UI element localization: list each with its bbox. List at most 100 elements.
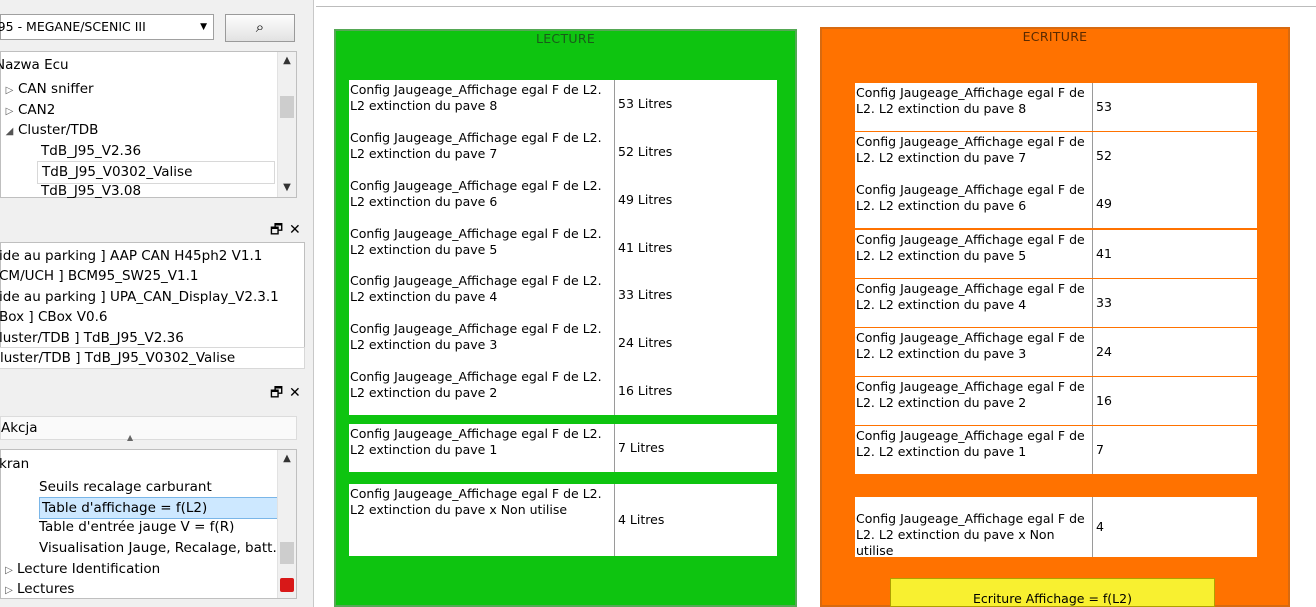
ecriture-row-value-input[interactable]: 53 [1093,83,1257,131]
action-item[interactable]: Visualisation Jauge, Recalage, batt... [39,538,285,558]
ecriture-row: Config Jaugeage_Affichage egal F de L2. … [855,279,1257,327]
resize-grip-icon[interactable] [280,578,294,592]
lecture-row-value: 49 Litres [618,192,673,207]
lecture-row-value: 53 Litres [618,96,673,111]
ecriture-row: Config Jaugeage_Affichage egal F de L2. … [855,230,1257,278]
ecriture-row-value-input[interactable]: 33 [1093,279,1257,327]
action-tree-scrollbar[interactable]: ▲ [277,450,296,598]
ecu-tree-item-label: CAN sniffer [18,81,94,97]
ecriture-row-value-input[interactable]: 16 [1093,377,1257,425]
ecriture-row-label: Config Jaugeage_Affichage egal F de L2. … [856,134,1085,165]
ecriture-row-label: Config Jaugeage_Affichage egal F de L2. … [856,379,1085,410]
expand-arrow-icon[interactable]: ▷ [1,81,18,101]
ecu-tree-item-label: CAN2 [18,102,56,118]
expand-arrow-icon[interactable]: ▷ [1,581,17,601]
ecriture-row-value-input[interactable]: 41 [1093,230,1257,278]
ecriture-row-value-input[interactable]: 52 [1093,132,1257,180]
lecture-row: Config Jaugeage_Affichage egal F de L2. … [349,176,777,224]
ecriture-row-value-input[interactable]: 49 [1093,180,1257,228]
action-header-label: Akcja [1,420,38,436]
lecture-row-label: Config Jaugeage_Affichage egal F de L2. … [350,273,602,304]
scroll-thumb[interactable] [280,542,294,564]
main-top-border [316,0,1316,7]
expand-arrow-icon[interactable]: ▷ [1,561,17,581]
ecriture-row: Config Jaugeage_Affichage egal F de L2. … [855,497,1257,558]
lecture-row: Config Jaugeage_Affichage egal F de L2. … [349,484,777,556]
ecriture-row-value-input[interactable]: 7 [1093,426,1257,474]
action-group-item-label: Lecture Identification [17,561,161,577]
loaded-ecu-item[interactable]: luster/TDB ] TdB_J95_V2.36 [0,328,184,348]
ecriture-row: Config Jaugeage_Affichage egal F de L2. … [855,180,1257,228]
ecriture-row: Config Jaugeage_Affichage egal F de L2. … [855,426,1257,474]
lecture-row: Config Jaugeage_Affichage egal F de L2. … [349,128,777,176]
lecture-row-value: 7 Litres [618,440,665,455]
ecriture-title: ECRITURE [1022,29,1088,44]
action-group-item[interactable]: ▷ Lecture Identification [1,559,160,579]
lecture-row-label: Config Jaugeage_Affichage egal F de L2. … [350,321,602,352]
action-group-label[interactable]: kran [0,454,29,474]
ecu-tree-item[interactable]: ▷ CAN sniffer [1,79,94,99]
action-tree-panel: kran Seuils recalage carburant Table d'af… [0,449,297,599]
action-item[interactable]: Table d'entrée jauge V = f(R) [39,517,234,537]
ecriture-row-label: Config Jaugeage_Affichage egal F de L2. … [856,232,1085,263]
write-display-button-label: Ecriture Affichage = f(L2) [973,591,1132,606]
ecu-tree-item[interactable]: ▷ CAN2 [1,100,56,122]
lecture-row-label: Config Jaugeage_Affichage egal F de L2. … [350,226,602,257]
ecu-tree-item[interactable]: TdB_J95_V3.08 [37,181,141,201]
ecriture-row-label: Config Jaugeage_Affichage egal F de L2. … [856,511,1085,558]
loaded-ecu-item[interactable]: ide au parking ] AAP CAN H45ph2 V1.1 [0,246,262,266]
loaded-ecu-item[interactable]: Box ] CBox V0.6 [0,307,107,327]
ecriture-row-value-input[interactable]: 4 [1093,497,1257,557]
query-search-icon: ⌕ [255,19,265,36]
loaded-ecu-item[interactable]: ide au parking ] UPA_CAN_Display_V2.3.1 [0,287,279,307]
ecriture-row: Config Jaugeage_Affichage egal F de L2. … [855,328,1257,376]
ecriture-row: Config Jaugeage_Affichage egal F de L2. … [855,83,1257,131]
left-sidebar: J95 - MEGANE/SCENIC III ▼ ⌕ Nazwa Ecu ▷ C… [0,0,305,607]
ecu-tree-item-label: TdB_J95_V2.36 [41,143,142,159]
query-button[interactable]: ⌕ [225,14,295,42]
lecture-section: LECTURE Config Jaugeage_Affichage egal F… [334,29,797,607]
sort-up-icon: ▲ [127,433,134,442]
ecu-tree-panel: Nazwa Ecu ▷ CAN sniffer ▷ CAN2 ◢ Cluster/TDB T… [0,51,297,201]
ecu-tree-item-label: TdB_J95_V3.08 [41,183,142,199]
ecu-family-select[interactable]: J95 - MEGANE/SCENIC III ▼ [0,14,214,40]
restore-window-icon[interactable]: 🗗 [270,383,283,401]
lecture-row-value: 16 Litres [618,383,673,398]
action-panel-caption: 🗗 ✕ [0,382,305,402]
action-item[interactable]: Table d'affichage = f(L2) [39,497,278,519]
scroll-up-icon[interactable]: ▲ [278,450,296,468]
lecture-row-value: 33 Litres [618,287,673,302]
expand-arrow-icon[interactable]: ▷ [1,102,18,122]
write-display-button[interactable]: Ecriture Affichage = f(L2) [890,578,1215,607]
ecu-tree-item-label: TdB_J95_V0302_Valise [42,164,193,180]
scroll-up-icon[interactable]: ▲ [278,52,296,70]
lecture-row-label: Config Jaugeage_Affichage egal F de L2. … [350,178,602,209]
ecriture-row-value-input[interactable]: 24 [1093,328,1257,376]
restore-window-icon[interactable]: 🗗 [270,220,283,238]
loaded-ecu-item[interactable]: CM/UCH ] BCM95_SW25_V1.1 [0,266,199,286]
loaded-panel-caption: 🗗 ✕ [0,219,305,239]
close-icon[interactable]: ✕ [289,383,301,401]
lecture-row-label: Config Jaugeage_Affichage egal F de L2. … [350,426,602,457]
chevron-down-icon: ▼ [200,22,207,32]
ecriture-row: Config Jaugeage_Affichage egal F de L2. … [855,132,1257,180]
loaded-ecu-item[interactable]: luster/TDB ] TdB_J95_V0302_Valise [0,347,305,369]
expand-arrow-icon[interactable]: ◢ [1,122,18,142]
close-icon[interactable]: ✕ [289,220,301,238]
lecture-row: Config Jaugeage_Affichage egal F de L2. … [349,80,777,128]
lecture-row-value: 4 Litres [618,512,665,527]
action-header[interactable]: Akcja ▲ [0,416,297,442]
lecture-row: Config Jaugeage_Affichage egal F de L2. … [349,224,777,272]
lecture-row-value: 41 Litres [618,240,673,255]
ecu-tree-item-label: Cluster/TDB [18,122,99,138]
scroll-down-icon[interactable]: ▼ [278,179,296,197]
ecu-tree-item[interactable]: TdB_J95_V2.36 [37,141,141,161]
ecriture-row-label: Config Jaugeage_Affichage egal F de L2. … [856,281,1085,312]
ecu-tree-item[interactable]: ◢ Cluster/TDB [1,120,99,142]
ecriture-row-label: Config Jaugeage_Affichage egal F de L2. … [856,428,1085,459]
action-item[interactable]: Seuils recalage carburant [39,477,212,497]
ecu-tree-scrollbar[interactable]: ▲ ▼ [277,52,296,197]
action-group-item[interactable]: ▷ Lectures [1,579,74,599]
scroll-thumb[interactable] [280,96,294,118]
ecriture-row-label: Config Jaugeage_Affichage egal F de L2. … [856,85,1085,116]
